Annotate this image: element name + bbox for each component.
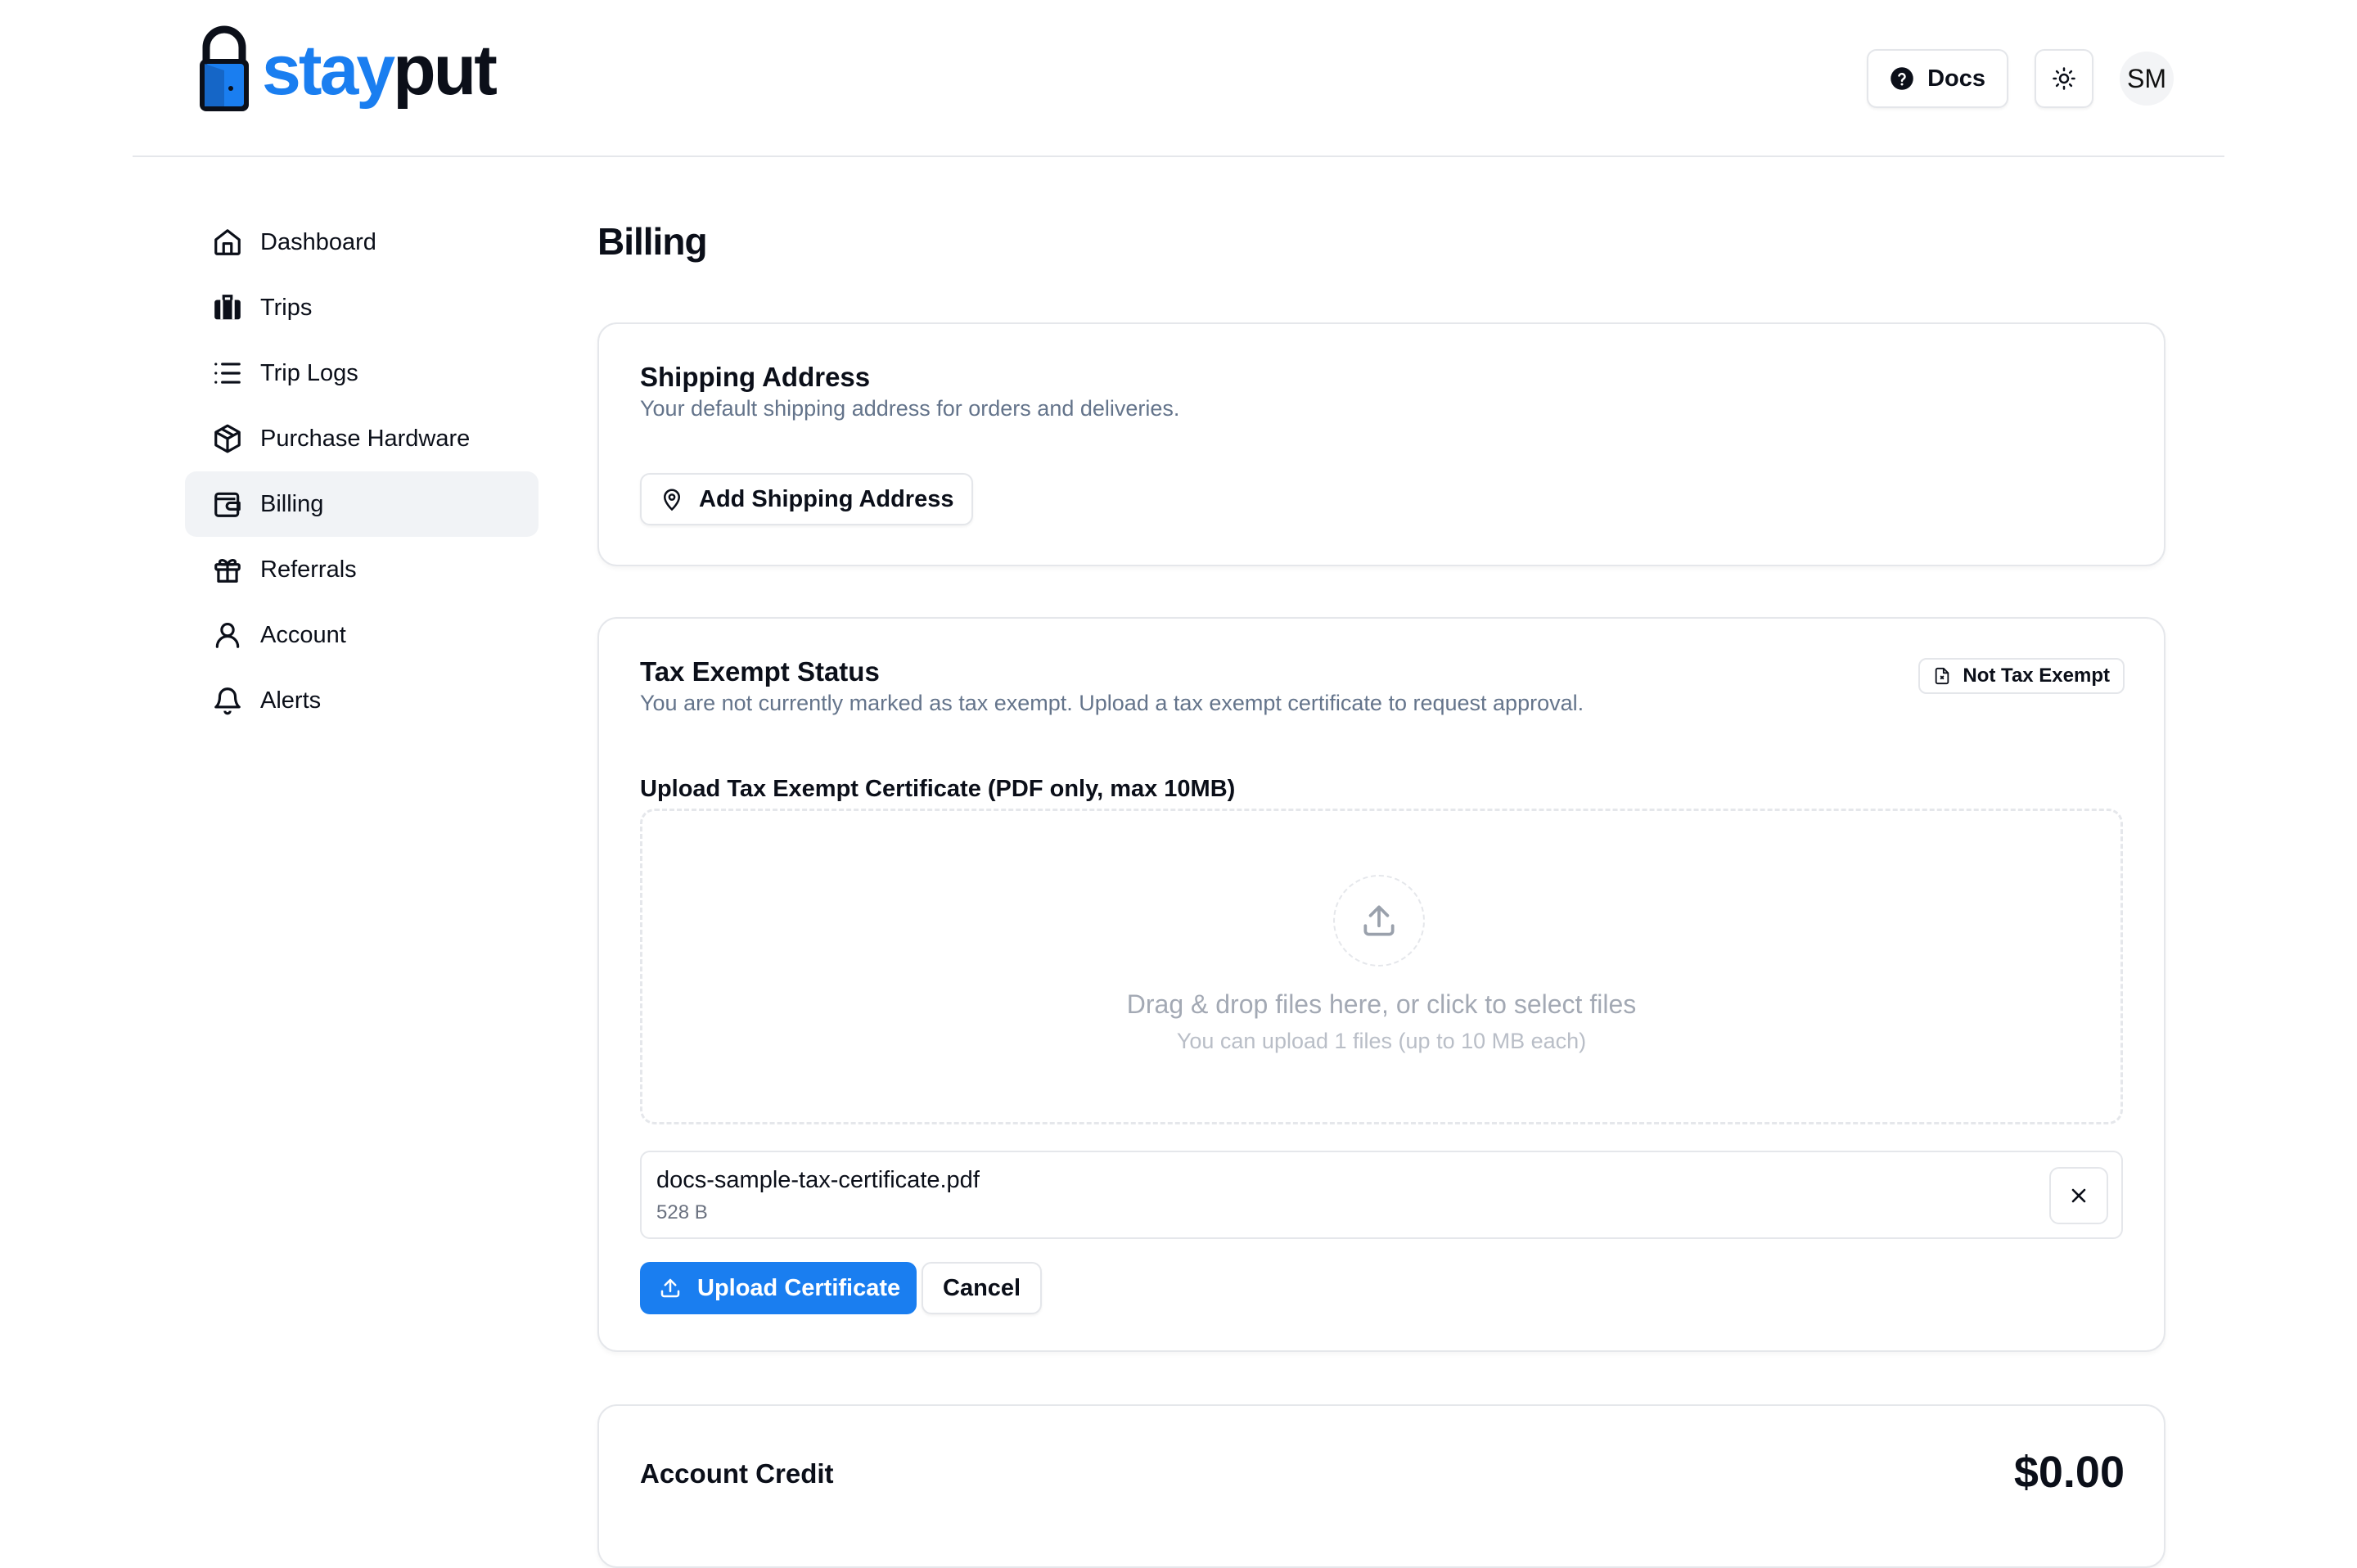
sidebar-item-label: Account xyxy=(260,621,346,648)
luggage-icon xyxy=(211,291,244,324)
top-header: stayput Docs SM xyxy=(133,0,2224,157)
tax-status-label: Not Tax Exempt xyxy=(1963,665,2110,687)
docs-button[interactable]: Docs xyxy=(1867,49,2008,108)
home-icon xyxy=(211,226,244,259)
brand-wordmark: stayput xyxy=(262,31,498,110)
bell-icon xyxy=(211,684,244,717)
brand-logo[interactable]: stayput xyxy=(196,25,498,116)
sidebar-item-label: Billing xyxy=(260,490,324,517)
shipping-card-title: Shipping Address xyxy=(640,362,871,392)
tax-card-description: You are not currently marked as tax exem… xyxy=(640,691,1584,715)
list-icon xyxy=(211,357,244,390)
add-shipping-address-label: Add Shipping Address xyxy=(699,485,954,512)
account-credit-amount: $0.00 xyxy=(2013,1448,2125,1497)
shipping-address-card: Shipping Address Your default shipping a… xyxy=(597,322,2165,566)
user-icon xyxy=(211,619,244,651)
user-avatar[interactable]: SM xyxy=(2120,52,2174,106)
sidebar-item-dashboard[interactable]: Dashboard xyxy=(185,210,539,275)
upload-icon xyxy=(1363,905,1395,936)
account-credit-title: Account Credit xyxy=(640,1458,834,1489)
sidebar-item-label: Referrals xyxy=(260,556,357,583)
file-dropzone[interactable]: Drag & drop files here, or click to sele… xyxy=(640,809,2123,1124)
upload-certificate-button[interactable]: Upload Certificate xyxy=(640,1262,917,1314)
dropzone-main-text: Drag & drop files here, or click to sele… xyxy=(1126,989,1637,1019)
sidebar-item-referrals[interactable]: Referrals xyxy=(185,537,539,602)
sidebar-item-label: Trip Logs xyxy=(260,359,358,386)
account-credit-card: Account Credit $0.00 xyxy=(597,1404,2165,1568)
sidebar-item-trips[interactable]: Trips xyxy=(185,275,539,340)
help-circle-icon xyxy=(1891,67,1913,90)
dropzone-sub-text: You can upload 1 files (up to 10 MB each… xyxy=(1176,1029,1587,1053)
add-shipping-address-button[interactable]: Add Shipping Address xyxy=(640,473,974,525)
remove-file-button[interactable] xyxy=(2049,1167,2108,1224)
sidebar-item-billing[interactable]: Billing xyxy=(185,471,539,537)
gift-icon xyxy=(211,553,244,586)
upload-certificate-label: Upload Certificate xyxy=(697,1274,901,1301)
selected-file-row: docs-sample-tax-certificate.pdf 528 B xyxy=(640,1151,2123,1239)
sidebar-item-label: Dashboard xyxy=(260,228,376,255)
cancel-button[interactable]: Cancel xyxy=(922,1262,1043,1314)
close-icon xyxy=(2071,1188,2086,1203)
sidebar-item-label: Alerts xyxy=(260,687,322,714)
sidebar-item-alerts[interactable]: Alerts xyxy=(185,668,539,733)
page-title: Billing xyxy=(597,220,708,263)
sidebar-nav: Dashboard Trips Trip Logs Purchase Hardw… xyxy=(185,210,539,733)
package-icon xyxy=(211,422,244,455)
file-size: 528 B xyxy=(656,1201,708,1223)
map-pin-icon xyxy=(663,489,681,511)
sidebar-item-account[interactable]: Account xyxy=(185,602,539,668)
shipping-card-description: Your default shipping address for orders… xyxy=(640,396,1180,421)
sidebar-item-trip-logs[interactable]: Trip Logs xyxy=(185,340,539,406)
docs-button-label: Docs xyxy=(1927,65,1985,92)
tax-status-badge: Not Tax Exempt xyxy=(1918,658,2125,694)
upload-certificate-label: Upload Tax Exempt Certificate (PDF only,… xyxy=(640,776,1236,802)
file-icon xyxy=(1936,667,1949,685)
wallet-icon xyxy=(211,488,244,520)
upload-icon xyxy=(660,1278,680,1298)
dropzone-icon-circle xyxy=(1333,875,1425,966)
theme-toggle-button[interactable] xyxy=(2035,49,2093,108)
sun-icon xyxy=(2053,67,2075,90)
padlock-logo-icon xyxy=(200,25,249,111)
sidebar-item-label: Trips xyxy=(260,294,313,321)
file-name: docs-sample-tax-certificate.pdf xyxy=(656,1167,980,1193)
tax-exempt-card: Tax Exempt Status You are not currently … xyxy=(597,617,2165,1352)
tax-card-title: Tax Exempt Status xyxy=(640,656,880,687)
sidebar-item-label: Purchase Hardware xyxy=(260,425,471,452)
sidebar-item-purchase-hardware[interactable]: Purchase Hardware xyxy=(185,406,539,471)
